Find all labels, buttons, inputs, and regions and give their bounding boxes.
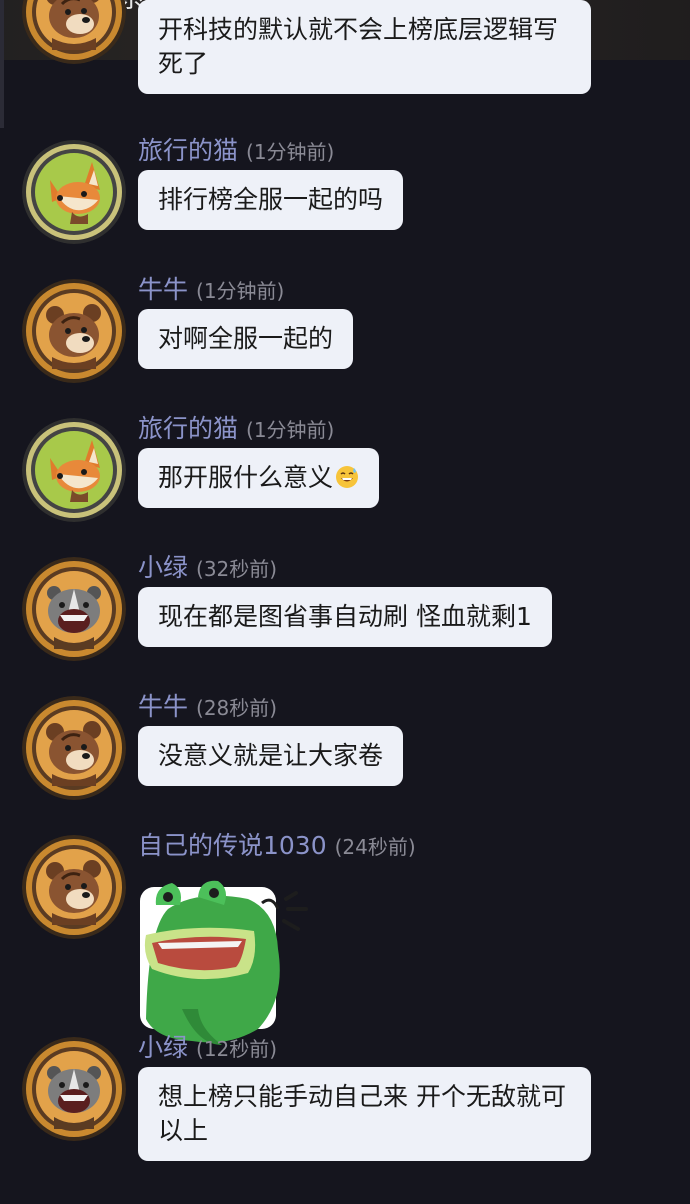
timestamp: (32秒前)	[196, 557, 278, 581]
fox-avatar[interactable]	[22, 140, 126, 244]
username[interactable]: 旅行的猫	[138, 136, 238, 165]
message-bubble[interactable]: 没意义就是让大家卷	[138, 726, 404, 786]
green-frog-sticker[interactable]	[138, 869, 318, 1049]
timestamp: (1分钟前)	[246, 418, 335, 442]
message-bubble[interactable]: 现在都是图省事自动刷 怪血就剩1	[138, 587, 552, 647]
message-meta: 牛牛 (1分钟前)	[138, 275, 284, 308]
bear-avatar[interactable]	[22, 279, 126, 383]
message-text: 那开服什么意义	[158, 463, 334, 492]
username[interactable]: 牛牛	[138, 692, 188, 721]
timestamp: (12秒前)	[196, 1037, 278, 1061]
fox-avatar[interactable]	[22, 418, 126, 522]
message-meta: 自己的传说1030 (24秒前)	[138, 831, 416, 864]
message-bubble[interactable]: 开科技的默认就不会上榜底层逻辑写死了	[138, 0, 591, 94]
username[interactable]: 小绿	[138, 1033, 188, 1062]
message-bubble[interactable]: 那开服什么意义	[138, 448, 380, 508]
username[interactable]: 旅行的猫	[138, 414, 238, 443]
message-meta: 小绿 (32秒前)	[138, 553, 277, 586]
bear-avatar[interactable]	[22, 696, 126, 800]
message-meta: 牛牛 (28秒前)	[138, 692, 277, 725]
sweat-smile-emoji	[336, 466, 359, 488]
message-bubble[interactable]: 对啊全服一起的	[138, 309, 354, 369]
badger-avatar[interactable]	[22, 1037, 126, 1141]
badger-avatar[interactable]	[22, 557, 126, 661]
timestamp: (28秒前)	[196, 696, 278, 720]
timestamp: (24秒前)	[334, 835, 416, 859]
message-meta: 旅行的猫 (1分钟前)	[138, 414, 334, 447]
username[interactable]: 牛牛	[138, 275, 188, 304]
message-meta: 旅行的猫 (1分钟前)	[138, 136, 334, 169]
message-meta: 小绿 (12秒前)	[138, 1033, 277, 1066]
message-bubble[interactable]: 想上榜只能手动自己来 开个无敌就可以上	[138, 1067, 591, 1161]
username[interactable]: 小绿	[138, 553, 188, 582]
timestamp: (1分钟前)	[246, 140, 335, 164]
bear-avatar[interactable]	[22, 835, 126, 939]
username[interactable]: 自己的传说1030	[138, 831, 327, 860]
message-bubble[interactable]: 排行榜全服一起的吗	[138, 170, 404, 230]
timestamp: (1分钟前)	[196, 279, 285, 303]
scroll-edge	[0, 0, 4, 128]
